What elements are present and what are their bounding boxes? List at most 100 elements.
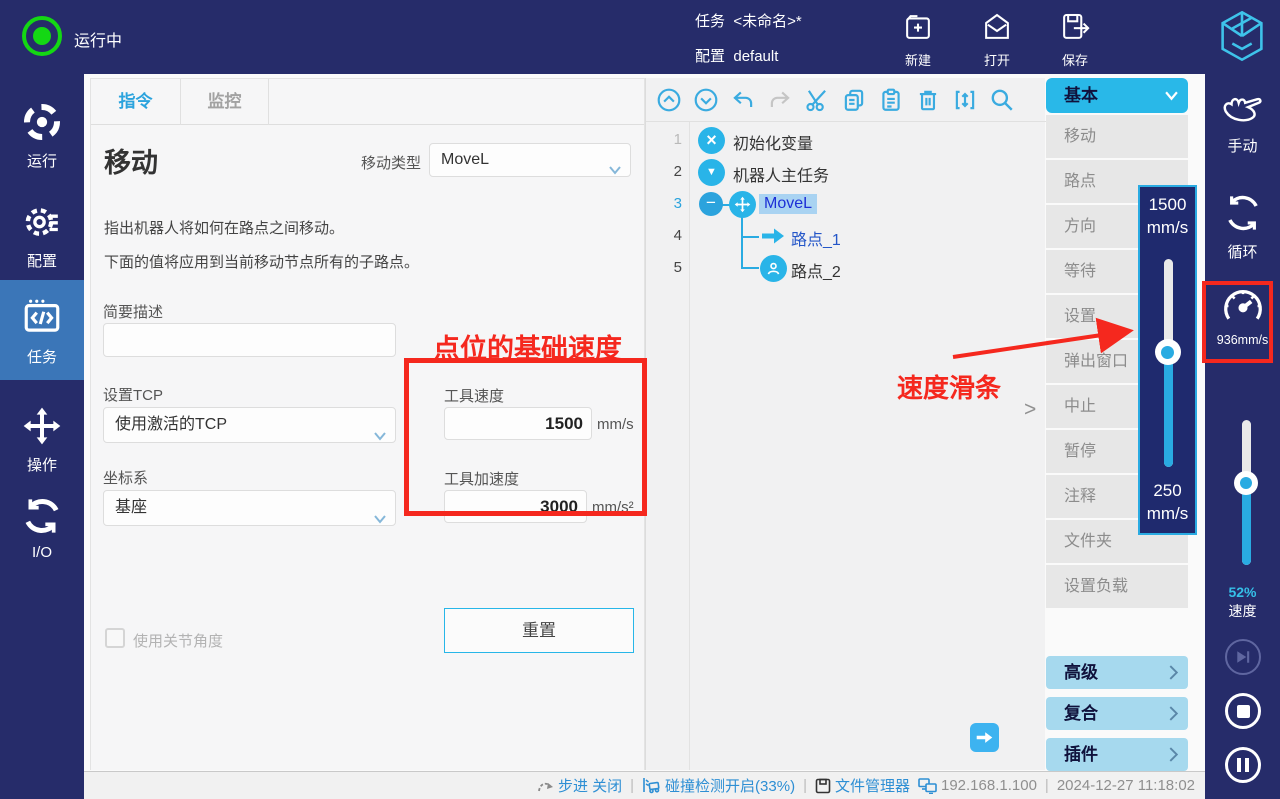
annotation-slider-text: 速度滑条 <box>897 368 1001 405</box>
file-manager-link[interactable]: 文件管理器 <box>815 775 910 796</box>
use-joint-angle-checkbox[interactable] <box>105 628 125 648</box>
separator: | <box>803 777 807 794</box>
task-name-line: 任务 <未命名>* <box>695 10 802 31</box>
config-gear-icon <box>22 229 62 246</box>
line-number: 1 <box>646 131 682 148</box>
program-tree-panel: 1 × 初始化变量 2 ▼ 机器人主任务 3 − MoveL 4 路点_1 <box>645 78 1045 770</box>
run-status-dot <box>33 27 51 45</box>
cut-icon[interactable] <box>804 87 830 113</box>
move-type-select[interactable]: MoveL <box>429 143 631 177</box>
open-task-label: 打开 <box>967 50 1027 69</box>
delete-icon[interactable] <box>915 87 941 113</box>
collapse-up-icon[interactable] <box>656 87 682 113</box>
expand-down-icon[interactable] <box>693 87 719 113</box>
panel-expand-chevron[interactable]: > <box>1024 398 1036 422</box>
description-line1: 指出机器人将如何在路点之间移动。 <box>104 217 344 238</box>
next-page-button[interactable] <box>970 723 999 752</box>
sidebar-item-run[interactable]: 运行 <box>0 86 84 182</box>
right-sidebar: 手动 循环 936mm/s 5 <box>1205 74 1280 799</box>
move-type-value: MoveL <box>441 151 489 168</box>
collision-status[interactable]: 碰撞检测开启(33%) <box>642 775 795 796</box>
collapse-node-icon[interactable]: − <box>699 192 723 216</box>
tree-row[interactable]: 5 路点_2 <box>646 253 1046 285</box>
command-group-basic[interactable]: 基本 <box>1046 78 1188 113</box>
command-item-move[interactable]: 移动 <box>1046 115 1188 158</box>
popup-slider-thumb[interactable] <box>1155 339 1181 365</box>
sidebar-item-operate[interactable]: 操作 <box>0 390 84 486</box>
speed-percent-value: 52% <box>1205 584 1280 600</box>
open-task-icon <box>981 30 1013 47</box>
sidebar-item-config[interactable]: 配置 <box>0 186 84 282</box>
tree-row[interactable]: 4 路点_1 <box>646 221 1046 253</box>
tree-node-label: MoveL <box>759 194 817 214</box>
status-bar: 步进 关闭 | 碰撞检测开启(33%) | 文件管理器 192.168.1.10… <box>84 771 1205 799</box>
tree-node-label: 路点_1 <box>791 226 841 250</box>
sidebar-item-task[interactable]: 任务 <box>0 280 84 380</box>
undo-icon[interactable] <box>730 87 756 113</box>
command-group-composite[interactable]: 复合 <box>1046 697 1188 730</box>
step-status[interactable]: 步进 关闭 <box>537 775 622 796</box>
chevron-down-icon <box>609 155 621 187</box>
sidebar-item-label: 配置 <box>0 250 84 271</box>
chevron-down-icon <box>1165 90 1178 101</box>
redo-icon[interactable] <box>767 87 793 113</box>
loop-mode-button[interactable]: 循环 <box>1205 192 1280 262</box>
line-number: 4 <box>646 227 682 244</box>
frame-select[interactable]: 基座 <box>103 490 396 526</box>
reset-button[interactable]: 重置 <box>444 608 634 653</box>
init-variable-icon: × <box>698 127 725 154</box>
tool-speed-input[interactable] <box>444 407 592 440</box>
tcp-value: 使用激活的TCP <box>115 416 227 433</box>
annotation-base-speed-text: 点位的基础速度 <box>433 327 622 366</box>
sidebar-item-io[interactable]: I/O <box>0 480 84 576</box>
new-task-icon <box>902 30 934 47</box>
stop-button[interactable] <box>1225 693 1261 729</box>
tree-node-label: 路点_2 <box>791 258 841 282</box>
chevron-down-icon <box>374 503 386 537</box>
popup-min-value: 250 <box>1140 479 1195 502</box>
command-item-payload[interactable]: 设置负载 <box>1046 565 1188 608</box>
tool-acc-label: 工具加速度 <box>444 468 519 489</box>
tab-instruction[interactable]: 指令 <box>91 79 181 125</box>
speed-slider-popup: 1500 mm/s 250 mm/s <box>1138 185 1197 535</box>
tcp-select[interactable]: 使用激活的TCP <box>103 407 396 443</box>
save-task-button[interactable]: 保存 <box>1045 11 1105 69</box>
command-group-advanced[interactable]: 高级 <box>1046 656 1188 689</box>
step-button[interactable] <box>1225 639 1261 675</box>
tab-monitor[interactable]: 监控 <box>181 79 269 125</box>
chevron-right-icon <box>1169 747 1178 762</box>
save-task-icon <box>1059 30 1091 47</box>
network-status[interactable]: 192.168.1.100 <box>918 777 1037 794</box>
copy-icon[interactable] <box>841 87 867 113</box>
popup-max-unit: mm/s <box>1140 216 1195 239</box>
merge-icon[interactable] <box>952 87 978 113</box>
open-task-button[interactable]: 打开 <box>967 11 1027 69</box>
config-label: 配置 <box>695 48 725 65</box>
command-group-plugin[interactable]: 插件 <box>1046 738 1188 771</box>
description-line2: 下面的值将应用到当前移动节点所有的子路点。 <box>104 251 419 272</box>
tree-row[interactable]: 1 × 初始化变量 <box>646 125 1046 157</box>
loop-icon <box>1222 221 1264 238</box>
basic-header-label: 基本 <box>1064 86 1098 105</box>
speed-indicator-button[interactable]: 936mm/s <box>1205 286 1280 347</box>
new-task-button[interactable]: 新建 <box>888 11 948 69</box>
pause-button[interactable] <box>1225 747 1261 783</box>
tree-row-selected[interactable]: 3 − MoveL <box>646 189 1046 221</box>
step-icon <box>1233 648 1253 666</box>
global-speed-slider-track[interactable] <box>1242 420 1251 565</box>
search-icon[interactable] <box>989 87 1015 113</box>
paste-icon[interactable] <box>878 87 904 113</box>
speedometer-icon <box>1221 313 1265 330</box>
separator: | <box>630 777 634 794</box>
brief-desc-input[interactable] <box>103 323 396 357</box>
popup-min-unit: mm/s <box>1140 502 1195 525</box>
new-task-label: 新建 <box>888 50 948 69</box>
tool-acc-input[interactable] <box>444 490 587 523</box>
popup-slider-track[interactable] <box>1164 259 1173 467</box>
tree-row[interactable]: 2 ▼ 机器人主任务 <box>646 157 1046 189</box>
global-speed-slider-thumb[interactable] <box>1234 471 1258 495</box>
manual-mode-button[interactable]: 手动 <box>1205 92 1280 156</box>
sidebar-item-label: 操作 <box>0 454 84 475</box>
composite-label: 复合 <box>1064 704 1098 723</box>
hand-icon <box>1220 115 1266 132</box>
